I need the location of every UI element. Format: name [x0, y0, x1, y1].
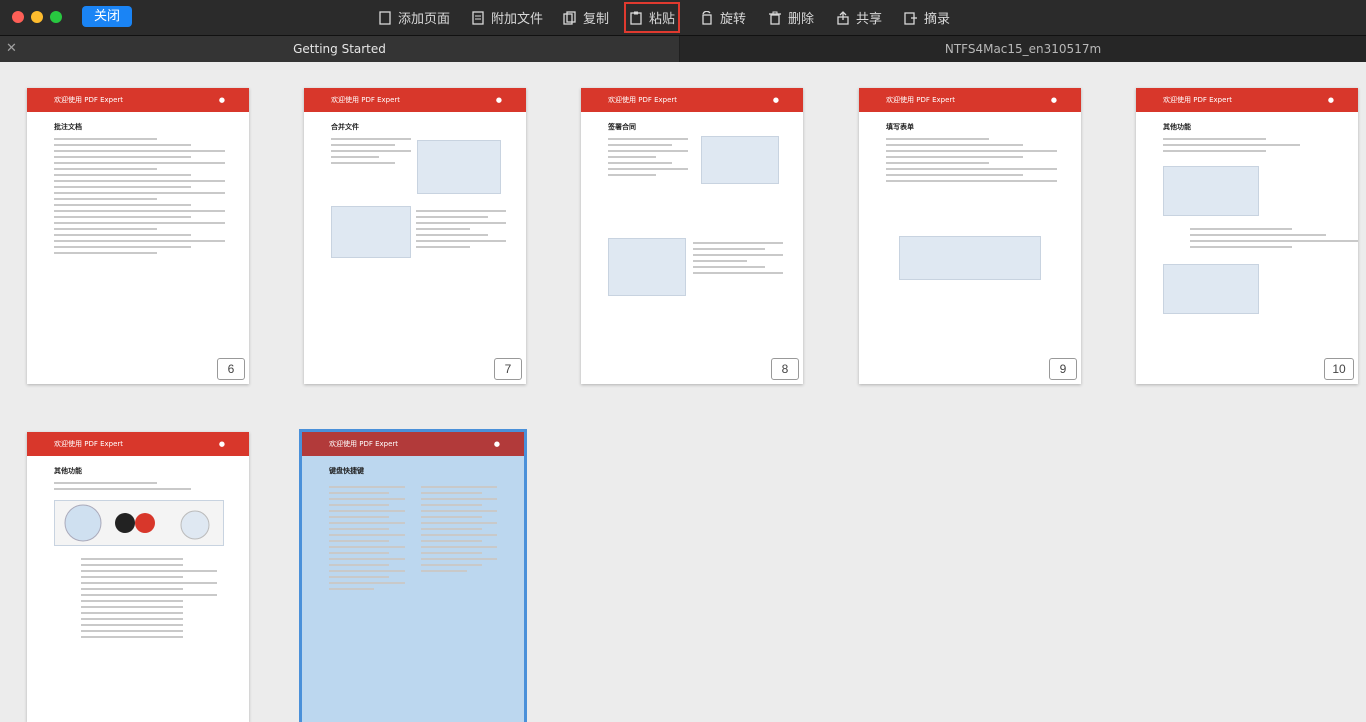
page-text-lines	[331, 138, 411, 164]
page-title: 填写表单	[886, 123, 914, 131]
shortcut-table	[329, 482, 497, 594]
page-header: 欢迎使用 PDF Expert ●	[302, 432, 524, 456]
page-text-lines	[54, 138, 225, 254]
page-header-text: 欢迎使用 PDF Expert	[608, 96, 678, 104]
rotate-icon	[702, 10, 712, 25]
page-text-lines	[608, 138, 688, 176]
page-thumbnail[interactable]: 欢迎使用 PDF Expert ● 其他功能 10	[1136, 88, 1358, 384]
shortcut-column	[329, 482, 405, 594]
page-title: 签署合同	[608, 123, 636, 131]
page-screenshot-image	[608, 238, 686, 296]
page-header-mark: ●	[1050, 96, 1057, 104]
tab-close-icon[interactable]: ✕	[6, 36, 17, 62]
page-thumbnail[interactable]: 欢迎使用 PDF Expert ● 签署合同 8	[581, 88, 803, 384]
share-icon	[837, 10, 849, 25]
page-header-text: 欢迎使用 PDF Expert	[886, 96, 956, 104]
tab-ntfs4mac[interactable]: NTFS4Mac15_en310517m	[680, 36, 1366, 62]
page-thumbnail[interactable]: 欢迎使用 PDF Expert ● 合并文件 7	[304, 88, 526, 384]
page-header-text: 欢迎使用 PDF Expert	[54, 96, 124, 104]
page-header-text: 欢迎使用 PDF Expert	[54, 440, 124, 448]
tab-bar: ✕ Getting Started NTFS4Mac15_en310517m	[0, 35, 1366, 62]
page-text-lines	[1190, 224, 1358, 252]
page-header-mark: ●	[772, 96, 779, 104]
page-text-lines	[693, 238, 783, 278]
add-page-icon	[379, 10, 391, 25]
tab-label: NTFS4Mac15_en310517m	[944, 42, 1102, 56]
page-title: 合并文件	[331, 123, 359, 131]
page-number-badge: 6	[217, 358, 245, 380]
share-label: 共享	[856, 12, 883, 27]
page-number-badge: 9	[1049, 358, 1077, 380]
page-title: 键盘快捷键	[329, 467, 364, 475]
page-header: 欢迎使用 PDF Expert ●	[27, 88, 249, 112]
page-screenshot-image	[899, 236, 1041, 280]
page-text-lines	[1163, 138, 1334, 152]
page-thumbnail[interactable]: 欢迎使用 PDF Expert ● 填写表单 9	[859, 88, 1081, 384]
attach-file-button[interactable]: 附加文件	[471, 7, 543, 28]
add-page-label: 添加页面	[398, 12, 451, 27]
page-thumbnail-selected[interactable]: 欢迎使用 PDF Expert ● 键盘快捷键	[299, 429, 527, 722]
attach-file-icon	[472, 10, 484, 25]
attach-file-label: 附加文件	[491, 12, 544, 27]
shortcut-column	[421, 482, 497, 594]
page-title: 批注文档	[54, 123, 82, 131]
page-header-mark: ●	[218, 440, 225, 448]
toolbar: 添加页面 附加文件 复制 粘贴 旋转 删除 共享 摘录	[0, 0, 1366, 35]
page-header-mark: ●	[218, 96, 225, 104]
delete-button[interactable]: 删除	[768, 7, 814, 28]
page-header-mark: ●	[495, 96, 502, 104]
page-header-text: 欢迎使用 PDF Expert	[1163, 96, 1233, 104]
tab-getting-started[interactable]: ✕ Getting Started	[0, 36, 679, 62]
page-header: 欢迎使用 PDF Expert ●	[581, 88, 803, 112]
extract-button[interactable]: 摘录	[904, 7, 950, 28]
page-title: 其他功能	[54, 467, 82, 475]
page-text-lines	[81, 554, 249, 642]
page-header: 欢迎使用 PDF Expert ●	[859, 88, 1081, 112]
page-screenshot-image	[54, 500, 224, 546]
page-number-badge: 8	[771, 358, 799, 380]
page-header-mark: ●	[1327, 96, 1334, 104]
paste-button[interactable]: 粘贴	[623, 2, 681, 33]
page-grid: 欢迎使用 PDF Expert ● 批注文档 6 欢迎使用 PDF Expert ●…	[0, 61, 1366, 722]
trash-icon	[769, 11, 781, 25]
page-header: 欢迎使用 PDF Expert ●	[1136, 88, 1358, 112]
title-bar: 关闭 添加页面 附加文件 复制 粘贴 旋转 删除 共享 摘录	[0, 0, 1366, 35]
page-thumbnail[interactable]: 欢迎使用 PDF Expert ● 批注文档 6	[27, 88, 249, 384]
page-screenshot-image	[417, 140, 501, 194]
page-header-mark: ●	[493, 440, 500, 448]
page-header: 欢迎使用 PDF Expert ●	[304, 88, 526, 112]
paste-icon	[630, 11, 642, 25]
add-page-button[interactable]: 添加页面	[378, 7, 450, 28]
page-header: 欢迎使用 PDF Expert ●	[27, 432, 249, 456]
page-screenshot-image	[1163, 166, 1259, 216]
copy-icon	[563, 10, 576, 25]
paste-label: 粘贴	[649, 12, 676, 27]
extract-label: 摘录	[924, 12, 951, 27]
extract-icon	[904, 11, 917, 25]
rotate-button[interactable]: 旋转	[700, 7, 746, 28]
copy-button[interactable]: 复制	[563, 7, 609, 28]
page-text-lines	[886, 138, 1057, 182]
page-title: 其他功能	[1163, 123, 1191, 131]
page-text-lines	[416, 206, 506, 252]
rotate-label: 旋转	[720, 12, 747, 27]
page-screenshot-image	[331, 206, 411, 258]
page-thumbnail[interactable]: 欢迎使用 PDF Expert ● 其他功能	[27, 432, 249, 722]
page-screenshot-image	[701, 136, 779, 184]
page-number-badge: 10	[1324, 358, 1354, 380]
page-illustration	[64, 504, 210, 542]
tab-label: Getting Started	[293, 42, 386, 56]
page-header-text: 欢迎使用 PDF Expert	[331, 96, 401, 104]
page-header-text: 欢迎使用 PDF Expert	[329, 440, 399, 448]
page-screenshot-image	[1163, 264, 1259, 314]
delete-label: 删除	[788, 12, 815, 27]
page-number-badge: 7	[494, 358, 522, 380]
share-button[interactable]: 共享	[836, 7, 882, 28]
copy-label: 复制	[583, 12, 610, 27]
page-text-lines	[54, 482, 225, 490]
